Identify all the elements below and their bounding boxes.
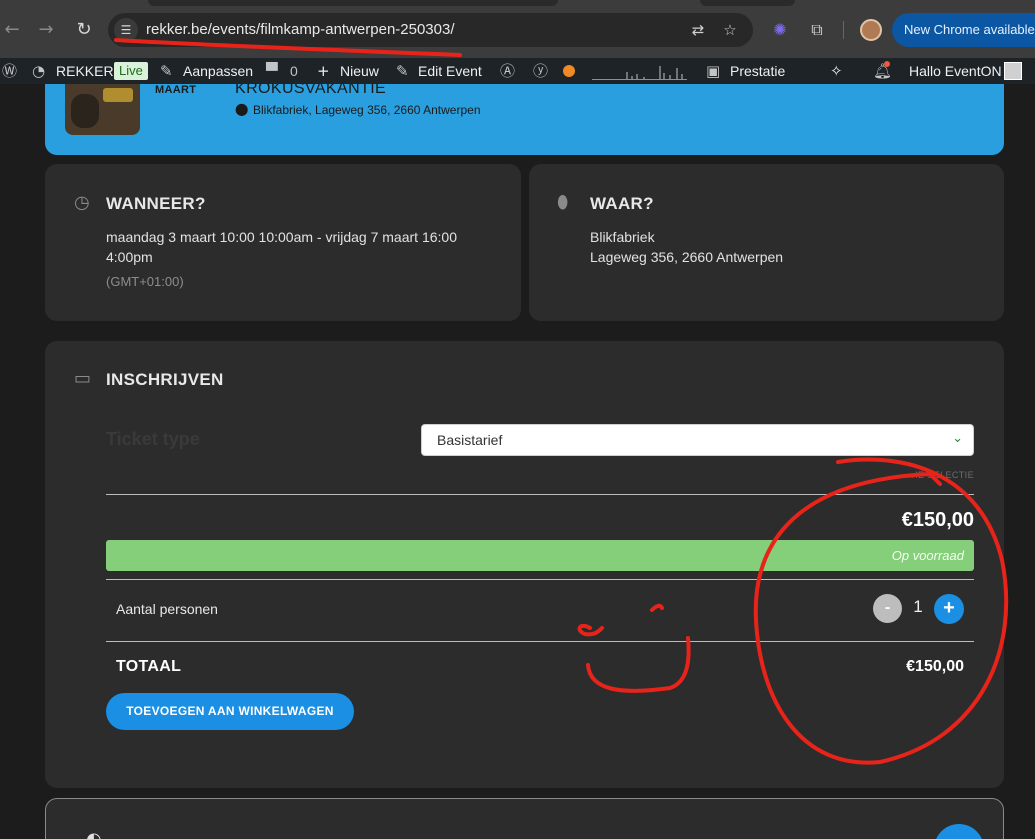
event-title: KROKUSVAKANTIE [235,84,387,97]
ticket-price: €150,00 [901,509,974,531]
seo-status-dot [563,65,575,77]
section-icon: ◐ [86,829,102,839]
stock-status: Op voorraad [891,548,964,563]
chevron-down-icon: ⌄ [952,431,963,446]
arrow-right-icon[interactable]: → [34,18,58,42]
add-to-cart-button[interactable]: TOEVOEGEN AAN WINKELWAGEN [106,693,354,730]
site-name-link[interactable]: REKKER [56,58,114,84]
when-card: ◷ WANNEER? maandag 3 maart 10:00 10:00am… [45,164,521,321]
ticket-type-value: Basistarief [437,432,503,448]
browser-toolbar: ← → ↻ ☰ rekker.be/events/filmkamp-antwer… [0,0,1035,58]
url-text[interactable]: rekker.be/events/filmkamp-antwerpen-2503… [146,21,455,38]
astra-icon[interactable]: Ⓐ [500,58,515,84]
ticket-type-label: Ticket type [106,429,200,449]
traffic-sparkline [592,66,687,80]
profile-avatar[interactable] [860,19,882,41]
where-card: ⬮ WAAR? Blikfabriek Lageweg 356, 2660 An… [529,164,1004,321]
total-label: TOTAAL [116,658,182,675]
star-icon[interactable]: ☆ [720,20,740,40]
tune-icon[interactable]: ☰ [114,18,138,42]
event-page: MAART KROKUSVAKANTIE ⬤ Blikfabriek, Lage… [0,84,1035,839]
map-pin-icon: ⬤ [235,102,249,116]
where-address: Lageweg 356, 2660 Antwerpen [590,249,784,265]
registration-heading: INSCHRIJVEN [106,370,224,389]
total-value: €150,00 [906,658,964,675]
divider [106,641,974,642]
ticket-type-select[interactable]: Basistarief ⌄ [421,424,974,456]
quantity-label: Aantal personen [116,601,218,617]
divider [106,579,974,580]
when-line1: maandag 3 maart 10:00 10:00am - vrijdag … [106,229,457,245]
wp-admin-bar: Ⓦ ◔ REKKER Live ✎ Aanpassen ▀ 0 + Nieuw … [0,58,1035,84]
puzzle-icon[interactable]: ⧉ [806,19,828,41]
divider [106,494,974,495]
wordpress-logo-icon[interactable]: Ⓦ [2,58,17,84]
address-bar[interactable]: ☰ rekker.be/events/filmkamp-antwerpen-25… [108,13,753,47]
live-badge: Live [114,62,148,80]
floating-action-button[interactable] [934,824,984,839]
when-timezone: (GMT+01:00) [106,274,184,289]
yoast-icon[interactable]: ⓨ [533,58,548,84]
reload-icon[interactable]: ↻ [72,18,96,42]
plus-icon: + [317,62,330,80]
dashboard-icon: ◔ [32,62,46,80]
registration-card: ▭ INSCHRIJVEN Ticket type Basistarief ⌄ … [45,341,1004,788]
clock-icon: ◷ [74,192,90,213]
comments-count[interactable]: 0 [290,58,298,84]
quantity-decrease-button[interactable]: - [873,594,902,623]
tab-strip [700,0,795,6]
stock-status-bar: Op voorraad [106,540,974,571]
event-month: MAART [155,84,197,96]
selection-hint: …IE SELECTIE [905,470,974,480]
pencil-icon: ✎ [396,62,409,80]
notification-dot [884,61,890,67]
event-thumbnail [65,84,140,135]
extension-icon[interactable]: ✺ [769,19,791,41]
when-line2: 4:00pm [106,249,153,265]
comment-icon: ▀ [266,62,278,80]
quantity-value[interactable]: 1 [908,597,928,617]
event-location: Blikfabriek, Lageweg 356, 2660 Antwerpen [253,103,481,117]
where-venue: Blikfabriek [590,229,655,245]
next-card: ◐ [45,798,1004,839]
when-heading: WANNEER? [106,194,206,213]
new-link[interactable]: Nieuw [340,58,379,84]
divider [843,21,844,39]
new-chrome-button[interactable]: New Chrome available [892,13,1035,47]
customize-link[interactable]: Aanpassen [183,58,253,84]
event-hero: MAART KROKUSVAKANTIE ⬤ Blikfabriek, Lage… [45,84,1004,155]
ticket-icon: ▭ [74,368,92,389]
arrow-left-icon[interactable]: ← [0,18,24,42]
where-heading: WAAR? [590,194,654,213]
brush-icon: ✎ [160,62,173,80]
account-greeting[interactable]: Hallo EventON [909,58,1002,84]
tab-strip [148,0,558,6]
edit-event-link[interactable]: Edit Event [418,58,482,84]
performance-link[interactable]: Prestatie [730,58,785,84]
quantity-increase-button[interactable]: + [934,594,964,624]
avatar[interactable] [1004,62,1022,80]
performance-icon: ▣ [706,62,721,80]
map-pin-icon: ⬮ [557,192,569,213]
translate-icon[interactable]: ⇄ [688,20,708,40]
sparkle-icon[interactable]: ✧ [830,58,843,84]
